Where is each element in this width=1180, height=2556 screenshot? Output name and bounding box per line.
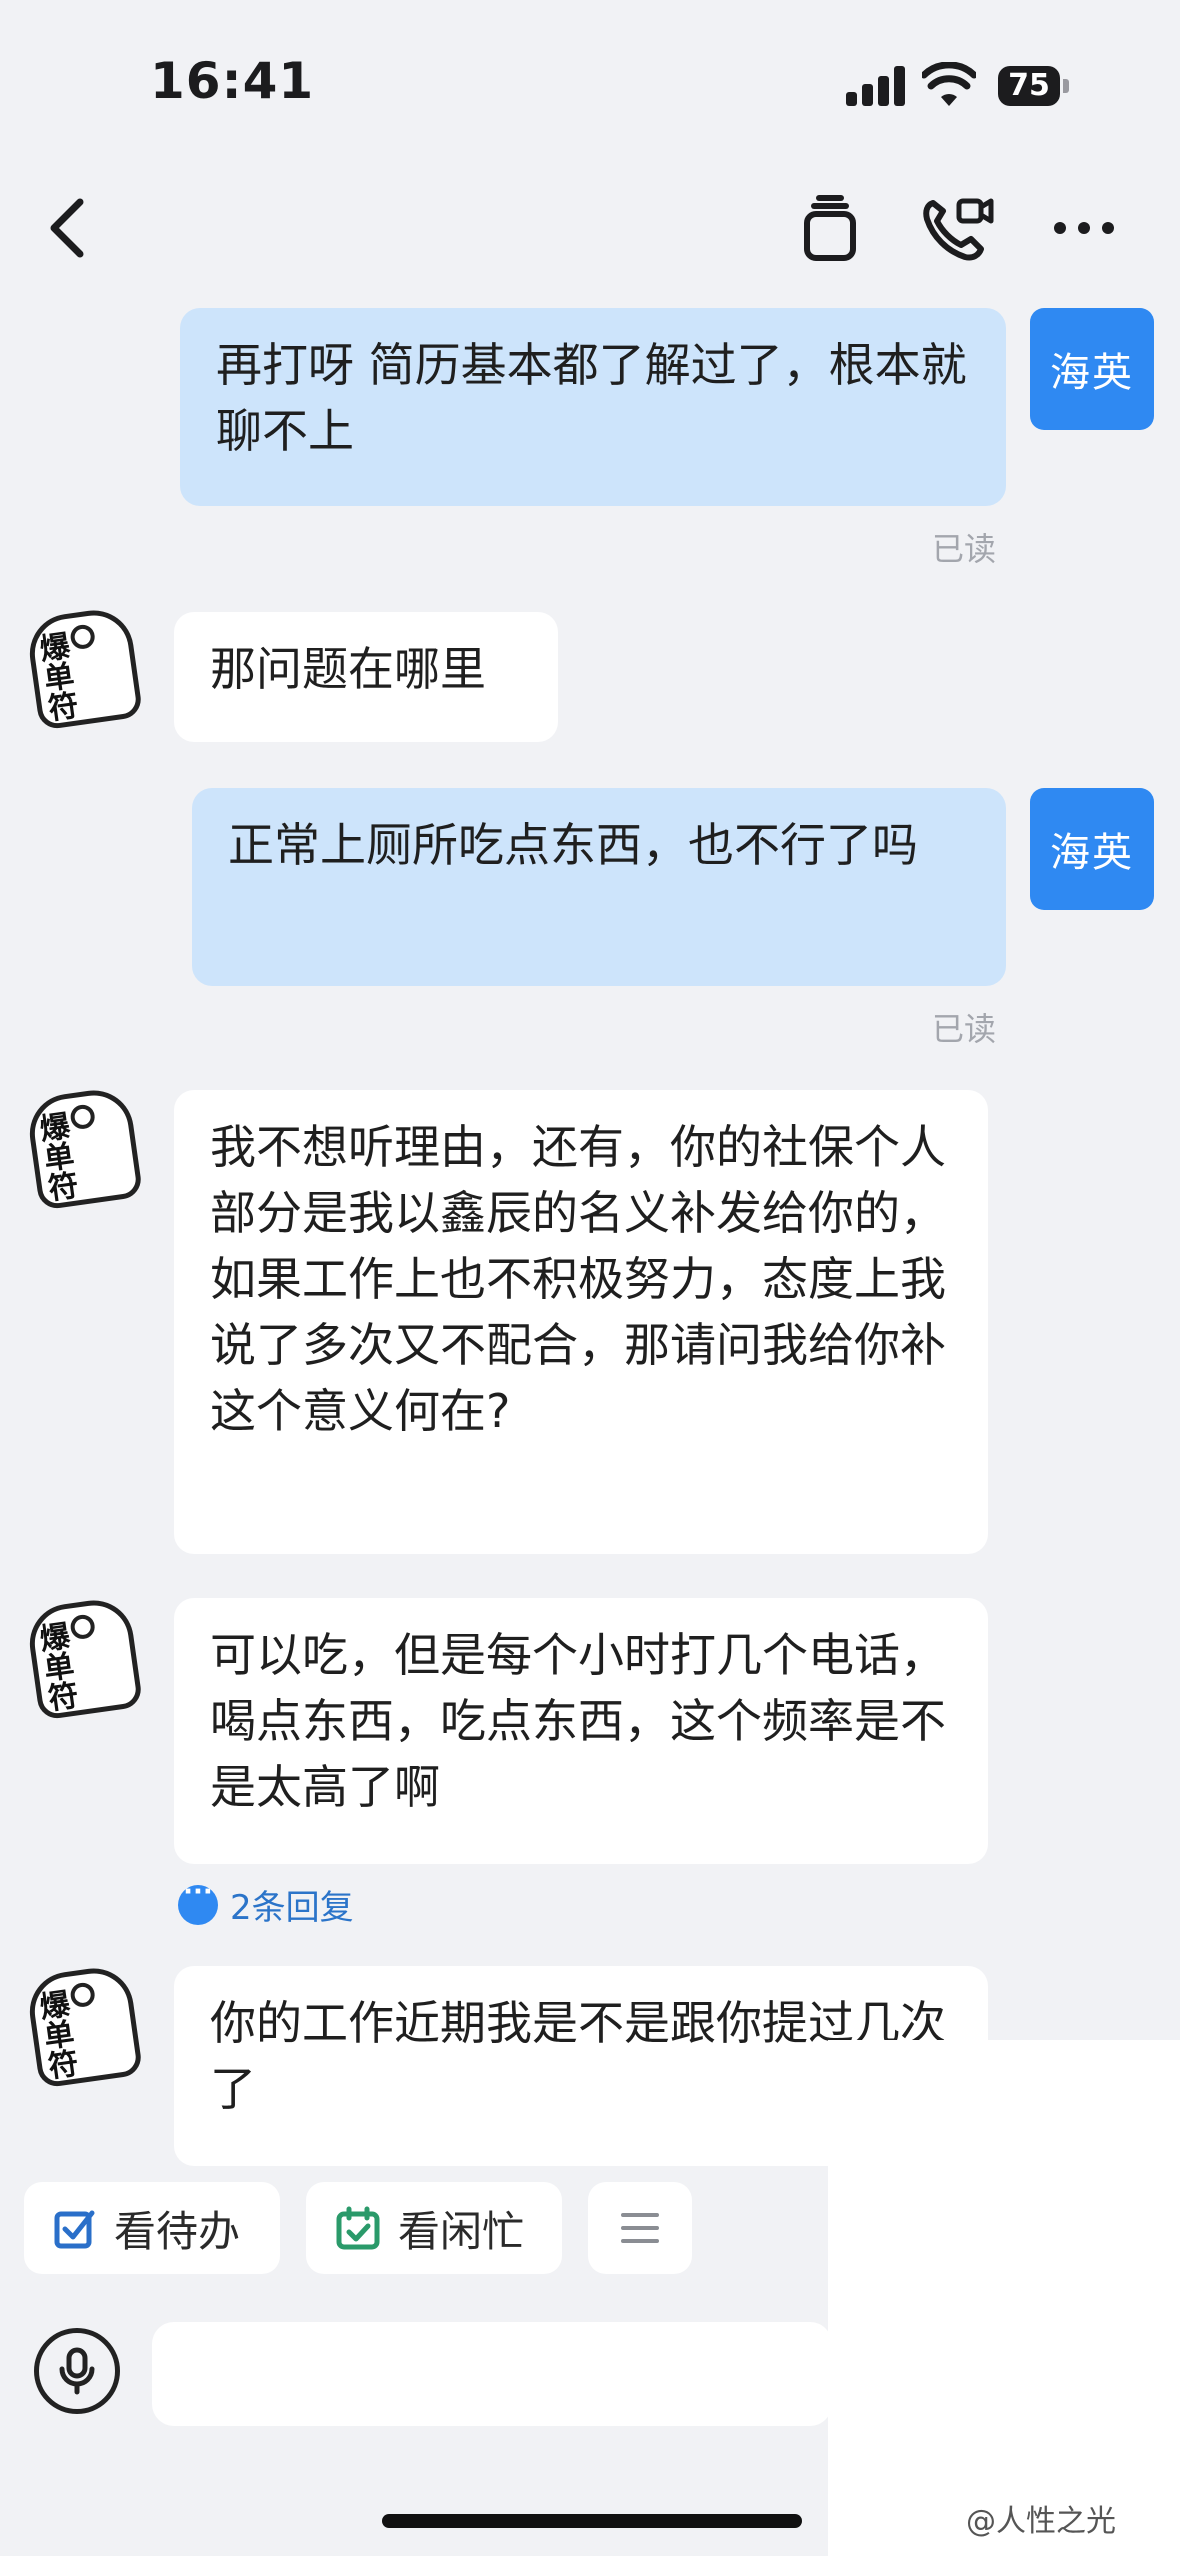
contact-avatar[interactable]: 爆 单 符 (24, 1084, 146, 1211)
phone-video-icon (923, 198, 994, 261)
busy-status-label: 看闲忙 (398, 2206, 525, 2256)
back-button[interactable] (26, 188, 106, 268)
chat-bubble-icon (178, 1877, 218, 1925)
cellular-signal-icon (846, 66, 908, 106)
blank-overlay (828, 2040, 1180, 2556)
read-status: 已读 (932, 530, 997, 568)
incoming-message[interactable]: 可以吃，但是每个小时打几个电话，喝点东西，吃点东西，这个频率是不是太高了啊 (174, 1598, 988, 1864)
pinned-messages-button[interactable] (790, 188, 870, 268)
status-time: 16:41 (150, 52, 315, 110)
more-dots-icon (1054, 222, 1114, 234)
todo-label: 看待办 (114, 2206, 241, 2256)
busy-status-button[interactable]: 看闲忙 (306, 2182, 562, 2274)
contact-avatar[interactable]: 爆 单 符 (24, 1594, 146, 1721)
reply-count: 2条回复 (230, 1888, 354, 1928)
sender-name: 海英 (1050, 830, 1134, 876)
battery-level: 75 (1008, 68, 1050, 103)
voice-input-button[interactable] (34, 2328, 120, 2414)
contact-avatar[interactable]: 爆 单 符 (24, 604, 146, 731)
wifi-icon (922, 62, 976, 106)
stacked-cards-icon (804, 195, 856, 261)
battery-icon: 75 (998, 66, 1070, 106)
call-button[interactable] (918, 188, 998, 268)
sender-avatar[interactable]: 海英 (1030, 788, 1154, 910)
calendar-check-icon (336, 2206, 380, 2250)
message-text: 再打呀 简历基本都了解过了，根本就聊不上 (216, 338, 967, 458)
todo-button[interactable]: 看待办 (24, 2182, 280, 2274)
outgoing-message[interactable]: 再打呀 简历基本都了解过了，根本就聊不上 (180, 308, 1006, 506)
message-text: 可以吃，但是每个小时打几个电话，喝点东西，吃点东西，这个频率是不是太高了啊 (210, 1628, 946, 1814)
message-text: 那问题在哪里 (210, 642, 486, 696)
message-text: 我不想听理由，还有，你的社保个人部分是我以鑫辰的名义补发给你的，如果工作上也不积… (210, 1120, 946, 1438)
sender-name: 海英 (1050, 350, 1134, 396)
more-shortcuts-button[interactable] (588, 2182, 692, 2274)
watermark: @人性之光 (966, 2504, 1116, 2539)
microphone-icon (59, 2347, 95, 2395)
outgoing-message[interactable]: 正常上厕所吃点东西，也不行了吗 (192, 788, 1006, 986)
home-indicator[interactable] (382, 2514, 802, 2528)
read-status: 已读 (932, 1010, 997, 1048)
checkbox-icon (54, 2210, 95, 2249)
incoming-message[interactable]: 那问题在哪里 (174, 612, 558, 742)
menu-lines-icon (621, 2213, 659, 2243)
incoming-message[interactable]: 我不想听理由，还有，你的社保个人部分是我以鑫辰的名义补发给你的，如果工作上也不积… (174, 1090, 988, 1554)
chevron-left-icon (50, 198, 84, 258)
message-text: 正常上厕所吃点东西，也不行了吗 (228, 818, 918, 872)
sender-avatar[interactable]: 海英 (1030, 308, 1154, 430)
contact-avatar[interactable]: 爆 单 符 (24, 1962, 146, 2089)
more-button[interactable] (1044, 188, 1124, 268)
message-input[interactable] (152, 2322, 832, 2426)
thread-replies-link[interactable]: 2条回复 (178, 1877, 354, 1929)
